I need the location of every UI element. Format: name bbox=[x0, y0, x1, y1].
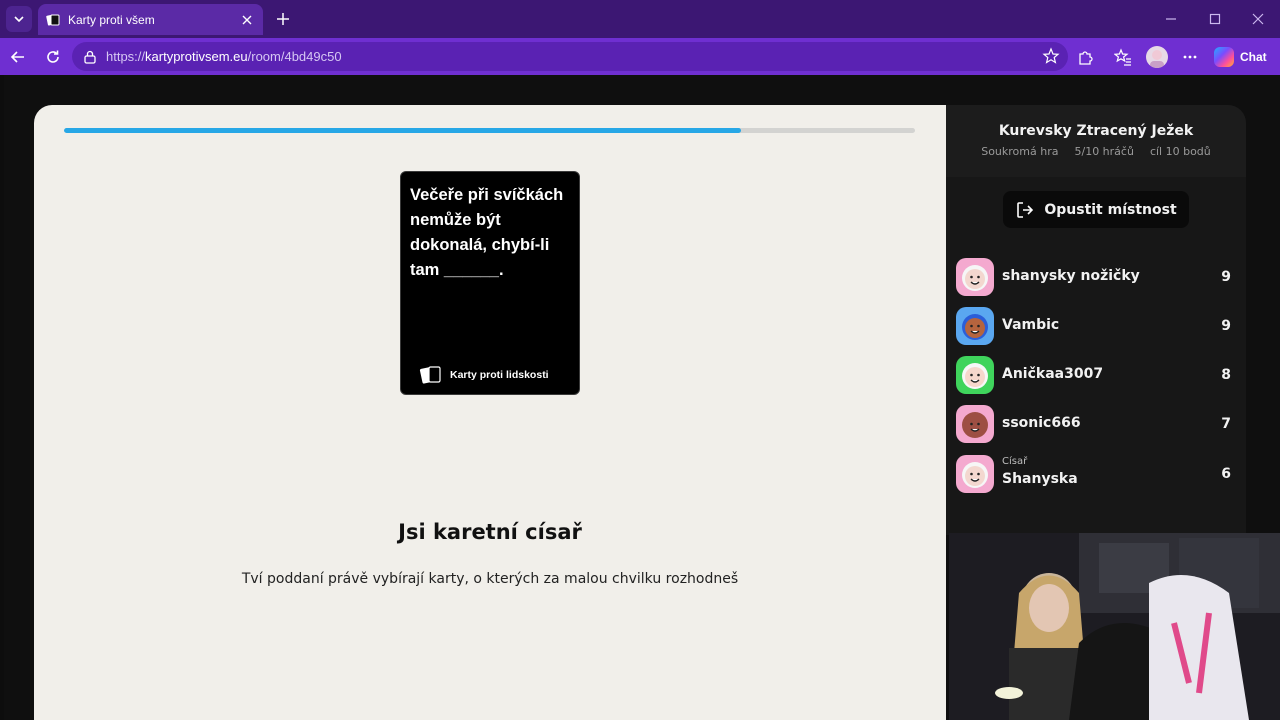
player-avatar bbox=[956, 405, 994, 443]
avatar-face-icon bbox=[962, 265, 988, 291]
avatar-face-icon bbox=[962, 314, 988, 340]
browser-toolbar: https://kartyprotivsem.eu/room/4bd49c50 … bbox=[0, 38, 1280, 75]
close-window-button[interactable] bbox=[1247, 8, 1269, 30]
profile-avatar[interactable] bbox=[1146, 46, 1168, 68]
minimize-icon bbox=[1166, 18, 1176, 20]
site-info-icon[interactable] bbox=[82, 49, 98, 65]
black-question-card: Večeře při svíčkách nemůže být dokonalá,… bbox=[400, 171, 580, 395]
maximize-icon bbox=[1209, 13, 1221, 25]
card-footer: Karty proti lidskosti bbox=[419, 365, 549, 385]
black-card-text: Večeře při svíčkách nemůže být dokonalá,… bbox=[410, 186, 564, 279]
cards-logo-icon bbox=[419, 366, 441, 384]
url-host: kartyprotivsem.eu bbox=[145, 49, 248, 64]
favorites-list-icon bbox=[1114, 48, 1131, 66]
leave-room-button[interactable]: Opustit místnost bbox=[1003, 191, 1189, 228]
close-tab-icon[interactable] bbox=[237, 10, 257, 30]
close-icon bbox=[1252, 13, 1264, 25]
avatar-face-icon bbox=[962, 412, 988, 438]
player-avatar bbox=[956, 307, 994, 345]
player-avatar bbox=[956, 455, 994, 493]
player-row: Vambic 9 bbox=[956, 307, 1236, 347]
player-avatar bbox=[956, 356, 994, 394]
round-progress-bar bbox=[64, 128, 915, 133]
game-area: Večeře při svíčkách nemůže být dokonalá,… bbox=[34, 105, 946, 720]
player-score: 8 bbox=[1221, 367, 1231, 383]
address-bar[interactable]: https://kartyprotivsem.eu/room/4bd49c50 bbox=[72, 42, 1068, 71]
player-score: 9 bbox=[1221, 318, 1231, 334]
tab-title: Karty proti všem bbox=[68, 12, 155, 27]
new-tab-button[interactable] bbox=[272, 8, 294, 30]
player-name: Aničkaa3007 bbox=[1002, 366, 1104, 382]
plus-icon bbox=[277, 13, 289, 25]
minimize-button[interactable] bbox=[1160, 8, 1182, 30]
player-name: shanysky nožičky bbox=[1002, 268, 1140, 284]
player-row: Aničkaa3007 8 bbox=[956, 356, 1236, 396]
room-meta: Soukromá hra 5/10 hráčů cíl 10 bodů bbox=[946, 145, 1246, 158]
card-brand: Karty proti lidskosti bbox=[450, 369, 549, 381]
profile-picture-icon bbox=[1150, 50, 1164, 68]
copilot-chat-button[interactable]: Chat bbox=[1210, 43, 1275, 70]
round-progress-fill bbox=[64, 128, 741, 133]
leave-room-label: Opustit místnost bbox=[1044, 201, 1177, 218]
arrow-left-icon bbox=[10, 51, 24, 63]
score-goal: cíl 10 bodů bbox=[1149, 145, 1211, 158]
tab-bar: Karty proti všem bbox=[0, 0, 1280, 38]
chevron-down-icon bbox=[14, 16, 24, 23]
avatar-face-icon bbox=[962, 462, 988, 488]
player-score: 7 bbox=[1221, 416, 1231, 432]
player-score: 6 bbox=[1221, 466, 1231, 482]
room-header: Kurevsky Ztracený Ježek Soukromá hra 5/1… bbox=[946, 105, 1246, 177]
room-type: Soukromá hra bbox=[981, 145, 1059, 158]
maximize-button[interactable] bbox=[1204, 8, 1226, 30]
active-tab[interactable]: Karty proti všem bbox=[38, 4, 263, 35]
puzzle-icon bbox=[1079, 51, 1093, 65]
cards-favicon-icon bbox=[46, 13, 60, 27]
webcam-overlay bbox=[949, 533, 1280, 720]
url-text: https://kartyprotivsem.eu/room/4bd49c50 bbox=[106, 49, 342, 64]
favorite-star-icon[interactable] bbox=[1042, 47, 1060, 65]
copilot-icon bbox=[1214, 46, 1234, 67]
refresh-button[interactable] bbox=[41, 45, 65, 69]
avatar-face-icon bbox=[962, 363, 988, 389]
czar-subtitle: Tví poddaní právě vybírají karty, o kter… bbox=[241, 571, 739, 587]
player-avatar bbox=[956, 258, 994, 296]
player-row: Císař Shanyska 6 bbox=[956, 455, 1236, 495]
ellipsis-icon bbox=[1183, 55, 1197, 59]
room-name: Kurevsky Ztracený Ježek bbox=[998, 123, 1194, 139]
czar-title: Jsi karetní císař bbox=[398, 520, 582, 544]
player-score: 9 bbox=[1221, 269, 1231, 285]
favorites-button[interactable] bbox=[1113, 47, 1133, 67]
back-button[interactable] bbox=[6, 45, 30, 69]
player-name: ssonic666 bbox=[1002, 415, 1081, 431]
player-role: Císař bbox=[1002, 456, 1028, 467]
player-name: Shanyska bbox=[1002, 471, 1078, 487]
more-menu-button[interactable] bbox=[1180, 47, 1200, 67]
player-name: Vambic bbox=[1002, 317, 1060, 333]
extensions-button[interactable] bbox=[1075, 47, 1095, 67]
room-sidebar: Kurevsky Ztracený Ježek Soukromá hra 5/1… bbox=[946, 105, 1246, 535]
tab-list-button[interactable] bbox=[6, 6, 32, 32]
logout-icon bbox=[1015, 200, 1035, 220]
webcam-image bbox=[949, 533, 1280, 720]
player-row: shanysky nožičky 9 bbox=[956, 258, 1236, 298]
player-row: ssonic666 7 bbox=[956, 405, 1236, 445]
players-count: 5/10 hráčů bbox=[1074, 145, 1134, 158]
url-scheme: https:// bbox=[106, 49, 146, 64]
url-path: /room/4bd49c50 bbox=[247, 49, 342, 64]
chat-label: Chat bbox=[1240, 49, 1267, 64]
refresh-icon bbox=[47, 50, 59, 63]
